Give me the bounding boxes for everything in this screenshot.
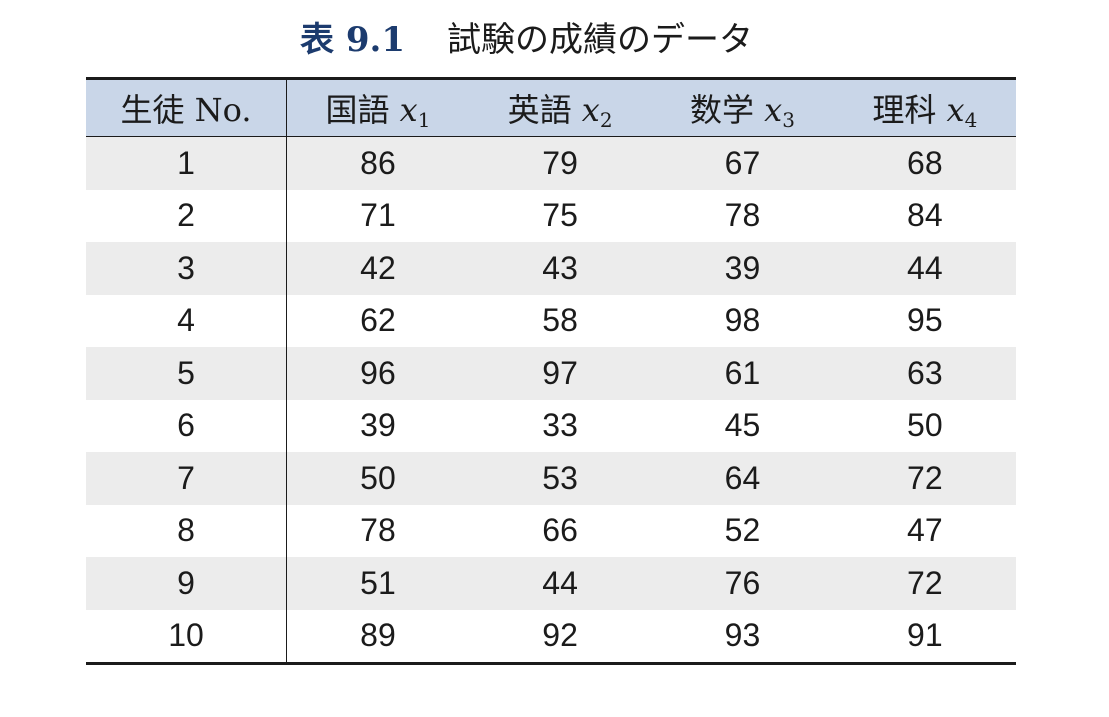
english-score-cell: 75 — [542, 197, 578, 234]
score-table: 生徒 No. 国語 x1 英語 x2 数学 x3 理科 x4 1 86 79 6… — [86, 77, 1016, 665]
english-score-cell: 66 — [542, 512, 578, 549]
science-score-cell: 68 — [833, 136, 1016, 190]
english-score-cell: 44 — [468, 557, 652, 610]
student-no-cell: 6 — [86, 399, 287, 452]
student-no-cell: 5 — [86, 347, 287, 400]
japanese-score-cell: 50 — [286, 452, 469, 505]
japanese-score-cell: 96 — [286, 347, 469, 400]
student-no-cell: 9 — [86, 557, 287, 610]
header-japanese-label: 国語 — [325, 90, 400, 129]
header-english-label: 英語 — [507, 90, 582, 129]
header-math-label: 数学 — [689, 90, 765, 129]
math-score-cell: 39 — [651, 242, 834, 295]
science-score-cell: 44 — [833, 242, 1016, 295]
japanese-score-cell: 39 — [360, 407, 396, 444]
english-score-cell: 79 — [468, 136, 652, 190]
header-japanese-sub: 1 — [417, 107, 431, 132]
header-science-var: x — [946, 90, 965, 129]
header-student-no-label: 生徒 No. — [120, 91, 252, 129]
table-row: 10 89 92 93 91 — [86, 609, 1016, 664]
english-score-cell: 33 — [542, 407, 578, 444]
english-score-cell: 53 — [468, 452, 652, 505]
math-score-cell: 98 — [724, 302, 761, 339]
header-math-sub: 3 — [782, 107, 795, 132]
student-no-cell: 2 — [86, 189, 287, 242]
header-student-no: 生徒 No. — [86, 78, 287, 137]
header-japanese: 国語 x1 — [287, 79, 469, 137]
header-science: 理科 x4 — [834, 79, 1016, 137]
math-score-cell: 45 — [724, 407, 761, 444]
student-no-cell: 4 — [86, 294, 287, 347]
header-english-var: x — [581, 90, 600, 129]
math-score-cell: 67 — [651, 136, 834, 190]
science-score-cell: 63 — [833, 347, 1016, 400]
math-score-cell: 76 — [651, 557, 834, 610]
header-science-label: 理科 — [872, 90, 947, 129]
student-no-cell: 10 — [86, 609, 287, 664]
table-row: 8 78 66 52 47 — [86, 504, 1016, 557]
table-row: 4 62 58 98 95 — [86, 294, 1016, 347]
english-score-cell: 97 — [468, 347, 652, 400]
japanese-score-cell: 71 — [360, 197, 396, 234]
math-score-cell: 78 — [724, 197, 761, 234]
japanese-score-cell: 86 — [286, 136, 469, 190]
table-row: 3 42 43 39 44 — [86, 242, 1016, 295]
math-score-cell: 52 — [724, 512, 761, 549]
student-no-cell: 8 — [86, 504, 287, 557]
math-score-cell: 64 — [651, 452, 834, 505]
score-table-container: 生徒 No. 国語 x1 英語 x2 数学 x3 理科 x4 1 86 79 6… — [86, 77, 1016, 665]
header-japanese-var: x — [399, 90, 418, 129]
caption-label: 表 9.1 — [300, 20, 405, 60]
math-score-cell: 61 — [651, 347, 834, 400]
english-score-cell: 43 — [468, 242, 652, 295]
student-no-cell: 3 — [86, 242, 287, 295]
science-score-cell: 47 — [907, 512, 943, 549]
header-english-sub: 2 — [599, 107, 613, 132]
table-row: 9 51 44 76 72 — [86, 557, 1016, 610]
header-math: 数学 x3 — [651, 79, 833, 137]
student-no-cell: 1 — [86, 136, 287, 190]
table-row: 7 50 53 64 72 — [86, 452, 1016, 505]
table-row: 1 86 79 67 68 — [86, 136, 1016, 190]
science-score-cell: 84 — [907, 197, 943, 234]
japanese-score-cell: 89 — [360, 617, 396, 654]
japanese-score-cell: 62 — [360, 302, 396, 339]
table-row: 2 71 75 78 84 — [86, 189, 1016, 242]
caption-number: 9.1 — [345, 20, 405, 60]
japanese-score-cell: 78 — [360, 512, 396, 549]
japanese-score-cell: 51 — [286, 557, 469, 610]
science-score-cell: 72 — [833, 557, 1016, 610]
header-science-sub: 4 — [964, 107, 978, 132]
table-caption: 表 9.1 試験の成績のデータ — [300, 18, 753, 62]
table-row: 6 39 33 45 50 — [86, 399, 1016, 452]
science-score-cell: 95 — [907, 302, 943, 339]
science-score-cell: 50 — [907, 407, 943, 444]
math-score-cell: 93 — [724, 617, 761, 654]
science-score-cell: 72 — [833, 452, 1016, 505]
header-math-var: x — [764, 90, 783, 129]
caption-title: 試験の成績のデータ — [447, 20, 753, 60]
caption-label-word: 表 — [300, 20, 334, 60]
table-row: 5 96 97 61 63 — [86, 347, 1016, 400]
header-english: 英語 x2 — [469, 79, 651, 137]
english-score-cell: 92 — [542, 617, 578, 654]
table-header-row: 生徒 No. 国語 x1 英語 x2 数学 x3 理科 x4 — [86, 78, 1016, 137]
english-score-cell: 58 — [542, 302, 578, 339]
japanese-score-cell: 42 — [286, 242, 469, 295]
science-score-cell: 91 — [907, 617, 943, 654]
student-no-cell: 7 — [86, 452, 287, 505]
